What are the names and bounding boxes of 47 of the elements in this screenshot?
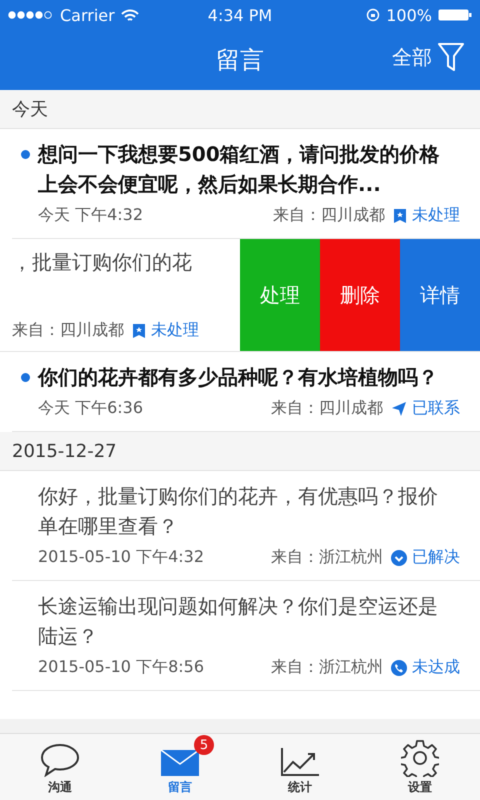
tab-item[interactable]: 设置 xyxy=(360,734,480,800)
location-text: 来自：浙江杭州 xyxy=(271,547,383,568)
page-title: 留言 xyxy=(216,45,264,76)
unread-count-badge: 5 xyxy=(194,735,214,755)
wifi-icon xyxy=(120,8,139,22)
location-text: 来自：浙江杭州 xyxy=(271,657,383,678)
clock: 4:34 PM xyxy=(208,6,272,24)
line-chart-icon xyxy=(280,747,320,777)
message-time: 2015-05-10 下午4:32 xyxy=(38,547,205,568)
rotation-lock-icon xyxy=(366,8,380,22)
message-time: 今天 下午4:32 xyxy=(38,205,144,226)
bookmark-icon xyxy=(132,322,146,338)
phone-icon xyxy=(391,660,407,676)
location-text: 来自：四川成都 xyxy=(271,398,383,419)
message-text: 想问一下我想要500箱红酒，请问批发的价格上会不会便宜呢，然后如果长期合作... xyxy=(38,141,441,198)
carrier-label: Carrier xyxy=(60,6,115,24)
status-label: 已解决 xyxy=(412,547,460,568)
date-label: 2015-12-27 xyxy=(12,440,117,462)
message-time: 2015-05-10 下午8:56 xyxy=(38,657,205,678)
message-text: 你好，批量订购你们的花卉，有优惠吗？报价单在哪里查看？ xyxy=(38,483,439,540)
check-circle-icon xyxy=(391,550,407,566)
location-text: 来自：四川成都 xyxy=(12,320,124,341)
chat-bubble-icon xyxy=(40,743,80,777)
status-label: 未处理 xyxy=(151,320,199,341)
tab-item[interactable]: 统计 xyxy=(240,734,360,800)
filter-icon xyxy=(438,42,464,72)
signal-icon xyxy=(8,11,54,19)
message-text: 你们的花卉都有多少品种呢？有水培植物吗？ xyxy=(38,364,439,391)
envelope-icon xyxy=(160,747,200,777)
message-text: 长途运输出现问题如何解决？你们是空运还是陆运？ xyxy=(38,593,439,650)
send-icon xyxy=(391,400,407,416)
swipe-action-button[interactable]: 删除 xyxy=(320,239,400,351)
settings-icon xyxy=(401,739,439,777)
message-text: ，批量订购你们的花 xyxy=(12,249,193,276)
swipe-action-button[interactable]: 详情 xyxy=(400,239,480,351)
filter-button[interactable]: 全部 xyxy=(392,42,464,72)
battery-icon xyxy=(438,9,472,21)
tab-item[interactable]: 5 留言 xyxy=(120,734,240,800)
message-time: 今天 下午6:36 xyxy=(38,398,144,419)
date-label: 今天 xyxy=(12,98,48,121)
bookmark-icon xyxy=(393,208,407,224)
status-label: 已联系 xyxy=(412,398,460,419)
tab-item[interactable]: 沟通 xyxy=(0,734,120,800)
location-text: 来自：四川成都 xyxy=(273,205,385,226)
status-label: 未达成 xyxy=(412,657,460,678)
battery-percent: 100% xyxy=(386,6,432,24)
status-label: 未处理 xyxy=(412,205,460,226)
